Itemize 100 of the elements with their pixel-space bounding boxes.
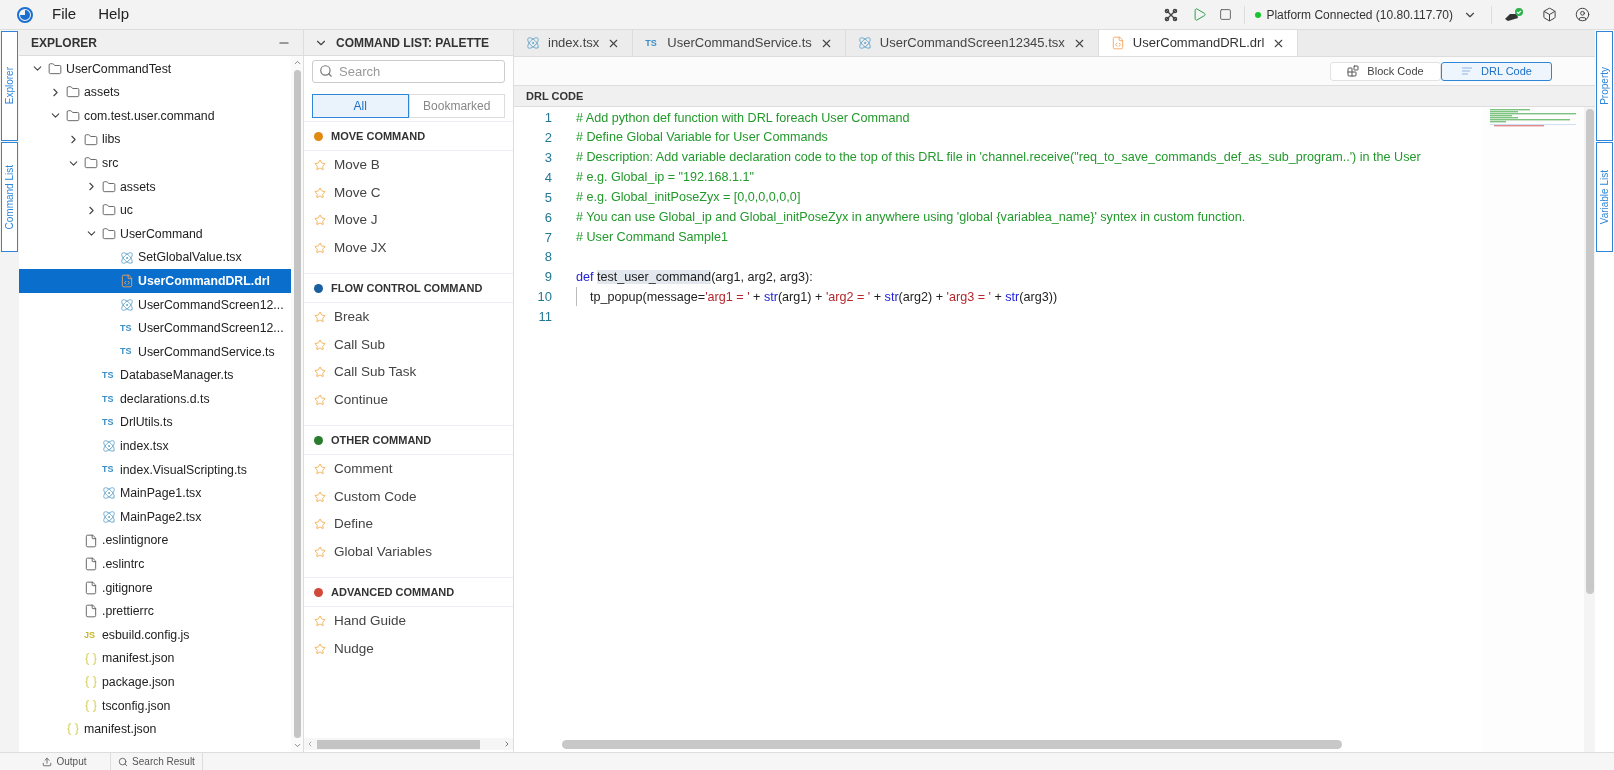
- tree-item[interactable]: tsconfig.json: [19, 694, 291, 718]
- play-icon[interactable]: [1192, 7, 1208, 22]
- tree-item[interactable]: uc: [19, 198, 291, 223]
- cube-icon[interactable]: [1542, 7, 1557, 22]
- menu-item[interactable]: Help: [98, 3, 130, 26]
- tree-item[interactable]: TS DrlUtils.ts: [19, 410, 291, 435]
- group-title: FLOW CONTROL COMMAND: [331, 280, 483, 296]
- command-item[interactable]: Move B: [304, 151, 513, 179]
- tree-item[interactable]: TS index.VisualScripting.ts: [19, 458, 291, 482]
- tree-item[interactable]: .eslintignore: [19, 528, 291, 553]
- side-tab[interactable]: Command List: [1, 142, 18, 252]
- code-line: # Add python def function with DRL foreach User Command: [576, 109, 910, 127]
- panel-title: COMMAND LIST: PALETTE: [336, 34, 490, 52]
- command-item[interactable]: Hand Guide: [304, 607, 513, 635]
- editor-tab[interactable]: index.tsx: [514, 30, 634, 56]
- command-item[interactable]: Break: [304, 303, 513, 331]
- filter-tab[interactable]: All: [312, 94, 409, 118]
- command-item[interactable]: Nudge: [304, 634, 513, 663]
- command-item[interactable]: Define: [304, 510, 513, 539]
- star-icon[interactable]: [314, 614, 326, 627]
- atom-icon: [526, 36, 540, 50]
- scroll-down-icon[interactable]: [292, 741, 302, 750]
- command-item[interactable]: Call Sub Task: [304, 358, 513, 387]
- tree-item[interactable]: SetGlobalValue.tsx: [19, 245, 291, 270]
- star-icon[interactable]: [314, 214, 326, 227]
- bottom-tab[interactable]: Output: [19, 753, 111, 770]
- scroll-right-icon[interactable]: [503, 740, 511, 748]
- star-icon[interactable]: [314, 490, 326, 503]
- tree-item[interactable]: UserCommandScreen12...: [19, 292, 291, 317]
- tree-item[interactable]: MainPage2.tsx: [19, 505, 291, 529]
- star-icon[interactable]: [314, 366, 326, 379]
- tree-item[interactable]: MainPage1.tsx: [19, 481, 291, 506]
- scrollbar[interactable]: [1584, 107, 1595, 752]
- tree-item[interactable]: UserCommandTest: [19, 57, 291, 81]
- command-item[interactable]: Continue: [304, 386, 513, 415]
- side-tab[interactable]: Property: [1596, 31, 1613, 141]
- star-icon[interactable]: [314, 186, 326, 199]
- editor-tab[interactable]: UserCommandScreen12345.tsx: [845, 30, 1099, 56]
- star-icon[interactable]: [314, 242, 326, 255]
- tree-item[interactable]: manifest.json: [19, 646, 291, 671]
- atom-icon: [102, 439, 116, 454]
- menu-item[interactable]: File: [52, 3, 77, 26]
- code-file-icon: [1110, 36, 1125, 50]
- robot-status-icon[interactable]: [1504, 6, 1524, 23]
- tree-item[interactable]: TS DatabaseManager.ts: [19, 363, 291, 388]
- user-icon[interactable]: [1575, 7, 1590, 22]
- tree-item[interactable]: .eslintrc: [19, 552, 291, 577]
- logo-icon: [16, 5, 34, 24]
- view-toggle[interactable]: Block Code: [1330, 61, 1441, 81]
- star-icon[interactable]: [314, 310, 326, 323]
- star-icon[interactable]: [314, 546, 326, 559]
- editor-tab[interactable]: UserCommandDRL.drl: [1098, 30, 1299, 56]
- tree-item[interactable]: assets: [19, 80, 291, 105]
- tree-item[interactable]: JS esbuild.config.js: [19, 623, 291, 647]
- side-tab[interactable]: Variable List: [1596, 142, 1613, 252]
- bottom-tab[interactable]: Search Result: [111, 753, 203, 770]
- tree-item[interactable]: TS UserCommandScreen12...: [19, 316, 291, 341]
- editor-tab[interactable]: TS UserCommandService.ts: [633, 30, 846, 56]
- filter-tab[interactable]: Bookmarked: [408, 94, 505, 118]
- crossed-tools-icon[interactable]: [1164, 7, 1179, 22]
- line-number: 1: [543, 109, 552, 128]
- command-item[interactable]: Call Sub: [304, 330, 513, 359]
- tree-item[interactable]: .gitignore: [19, 576, 291, 600]
- star-icon[interactable]: [314, 338, 326, 351]
- stop-icon[interactable]: [1219, 8, 1233, 21]
- tree-item[interactable]: package.json: [19, 670, 291, 695]
- tree-item[interactable]: TS declarations.d.ts: [19, 387, 291, 411]
- star-icon[interactable]: [314, 158, 326, 171]
- scrollbar[interactable]: [291, 56, 303, 752]
- search-field[interactable]: Search: [312, 60, 505, 83]
- tree-item[interactable]: .prettierrc: [19, 599, 291, 624]
- star-icon[interactable]: [314, 394, 326, 407]
- tree-item[interactable]: manifest.json: [19, 717, 291, 742]
- command-item[interactable]: Move JX: [304, 234, 513, 263]
- tree-item[interactable]: UserCommandDRL.drl: [19, 269, 291, 293]
- braces-icon: [84, 651, 98, 666]
- star-icon[interactable]: [314, 642, 326, 655]
- command-item[interactable]: Move C: [304, 178, 513, 207]
- command-item[interactable]: Custom Code: [304, 482, 513, 511]
- tree-item[interactable]: libs: [19, 127, 291, 152]
- tree-item[interactable]: TS UserCommandService.ts: [19, 340, 291, 364]
- tab-label: UserCommandService.ts: [667, 34, 812, 53]
- tree-item[interactable]: src: [19, 151, 291, 175]
- scroll-left-icon[interactable]: [306, 740, 314, 748]
- view-toggle[interactable]: DRL Code: [1441, 61, 1552, 81]
- tree-item[interactable]: com.test.user.command: [19, 104, 291, 128]
- search-icon: [319, 64, 333, 78]
- command-item[interactable]: Global Variables: [304, 538, 513, 567]
- scrollbar[interactable]: [562, 740, 1342, 749]
- tree-item[interactable]: UserCommand: [19, 222, 291, 246]
- line-number: 8: [543, 248, 552, 267]
- scroll-up-icon[interactable]: [292, 58, 302, 67]
- star-icon[interactable]: [314, 462, 326, 475]
- scrollbar[interactable]: [304, 738, 513, 750]
- side-tab[interactable]: Explorer: [1, 31, 18, 141]
- command-item[interactable]: Comment: [304, 455, 513, 483]
- tree-item[interactable]: assets: [19, 174, 291, 199]
- command-item[interactable]: Move J: [304, 206, 513, 235]
- star-icon[interactable]: [314, 518, 326, 531]
- tree-item[interactable]: index.tsx: [19, 434, 291, 459]
